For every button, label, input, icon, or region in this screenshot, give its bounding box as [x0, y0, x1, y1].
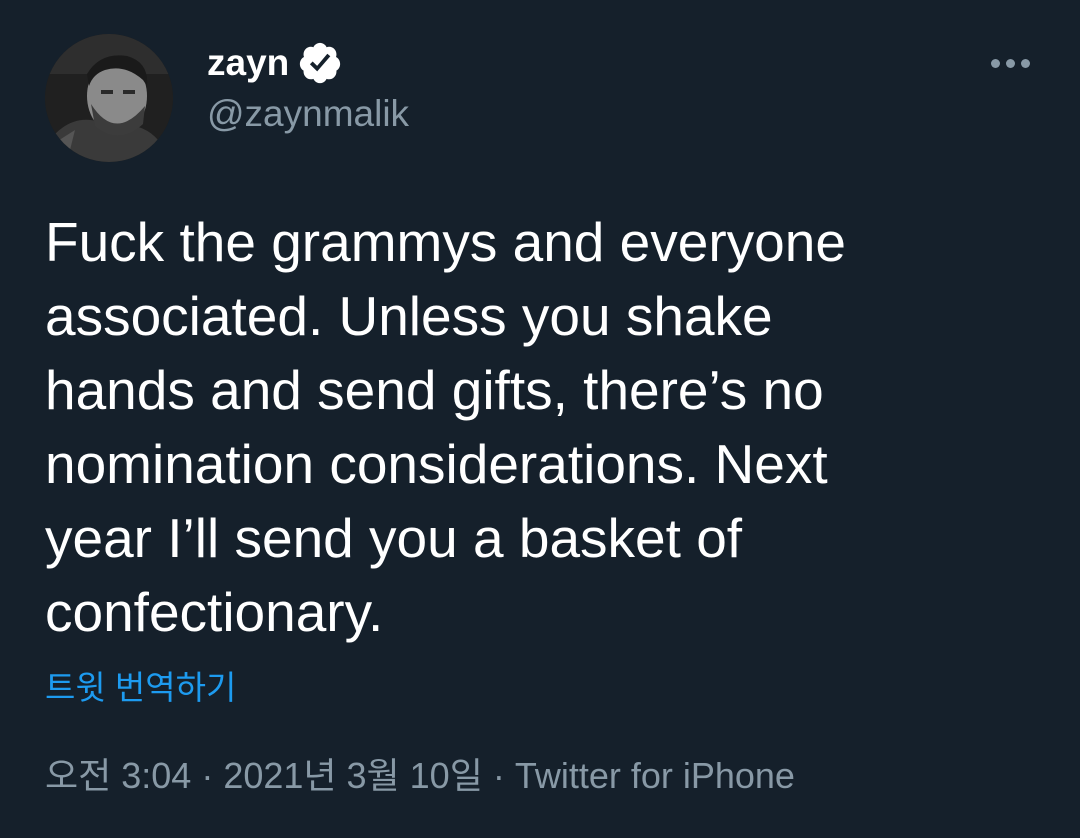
- tweet-text: Fuck the grammys and everyone associated…: [45, 205, 1055, 649]
- tweet-source-link[interactable]: Twitter for iPhone: [515, 755, 795, 796]
- dot: [990, 58, 1000, 68]
- tweet-time[interactable]: 오전 3:04: [45, 755, 191, 796]
- tweet-text-line: hands and send gifts, there’s no: [45, 359, 824, 421]
- tweet-text-line: nomination considerations. Next: [45, 433, 828, 495]
- more-horizontal-icon[interactable]: [982, 50, 1038, 76]
- tweet-text-line: associated. Unless you shake: [45, 285, 773, 347]
- user-name-row[interactable]: zayn: [207, 40, 343, 86]
- tweet-text-line: Fuck the grammys and everyone: [45, 211, 846, 273]
- avatar[interactable]: [45, 34, 173, 162]
- translate-tweet-link[interactable]: 트윗 번역하기: [45, 666, 236, 710]
- user-handle[interactable]: @zaynmalik: [207, 92, 409, 136]
- user-avatar-icon: [45, 34, 173, 162]
- tweet-text-line: confectionary.: [45, 581, 384, 643]
- separator: ·: [201, 755, 214, 796]
- verified-badge-icon: [300, 42, 341, 84]
- tweet-detail-page: zayn @zaynmalik Fuck the grammys and eve…: [0, 0, 1080, 838]
- dot: [1020, 58, 1030, 68]
- display-name[interactable]: zayn: [207, 41, 289, 85]
- tweet-date[interactable]: 2021년 3월 10일: [223, 755, 483, 796]
- dot: [1005, 58, 1015, 68]
- separator: ·: [492, 755, 505, 796]
- tweet-text-line: year I’ll send you a basket of: [45, 507, 743, 569]
- tweet-metadata: 오전 3:04 · 2021년 3월 10일 · Twitter for iPhone: [45, 754, 795, 798]
